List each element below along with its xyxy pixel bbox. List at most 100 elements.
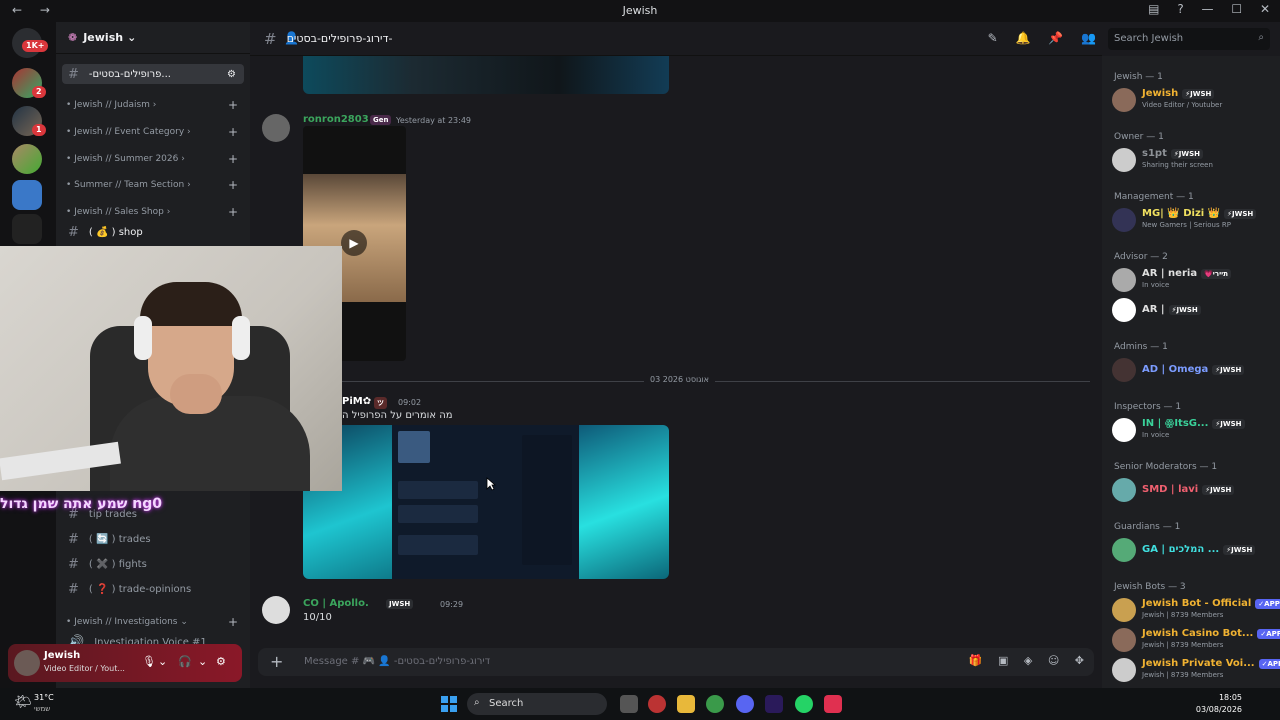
minimize-button[interactable]: — bbox=[1202, 2, 1214, 16]
server-icon[interactable] bbox=[12, 214, 42, 244]
member-tag: ⚡JWSH bbox=[1212, 419, 1245, 429]
category-judaism[interactable]: • Jewish // Judaism › + bbox=[66, 98, 238, 112]
message-author[interactable]: PiM✿ bbox=[342, 396, 371, 407]
settings-icon[interactable]: ⚙ bbox=[227, 69, 236, 80]
member-row[interactable]: Jewish ⚡JWSH Video Editor / Youtuber bbox=[1108, 86, 1276, 114]
plus-icon[interactable]: + bbox=[270, 652, 283, 671]
channel-shop[interactable]: # ( 💰 ) shop bbox=[62, 222, 244, 242]
server-header[interactable]: ❁ Jewish ⌄ 👤 bbox=[56, 22, 299, 54]
weather-desc: שמשי bbox=[34, 705, 51, 713]
category-investigations[interactable]: • Jewish // Investigations ⌄ + bbox=[66, 615, 238, 629]
app-icon[interactable] bbox=[648, 695, 666, 713]
member-name-line: Jewish Private Voi...✓APP bbox=[1142, 658, 1280, 669]
member-name: IN | ꙮItsG... bbox=[1142, 418, 1209, 429]
system-clock[interactable]: 18:05 03/08/2026 bbox=[1196, 693, 1242, 714]
hash-icon: # bbox=[68, 556, 79, 572]
member-section-header: Advisor — 2 bbox=[1114, 252, 1168, 262]
message-author[interactable]: ronron2803 bbox=[303, 114, 369, 125]
chevron-down-icon[interactable]: ⌄ bbox=[198, 655, 207, 668]
category-event[interactable]: • Jewish // Event Category › + bbox=[66, 125, 238, 139]
channel-fights[interactable]: # ( ✖️ ) fights bbox=[62, 554, 244, 574]
members-icon[interactable]: 👥 bbox=[1081, 31, 1096, 45]
apps-icon[interactable]: ✥ bbox=[1075, 654, 1084, 667]
member-tag: ✓APP bbox=[1258, 659, 1280, 669]
gif-icon[interactable]: ▣ bbox=[998, 654, 1008, 667]
category-team[interactable]: • Summer // Team Section › + bbox=[66, 178, 238, 192]
search-input[interactable]: Search Jewish ⌕ bbox=[1108, 28, 1270, 50]
channel-title: דירוג-פרופילים-בסטים- bbox=[286, 32, 393, 45]
taskbar-search[interactable]: ⌕ Search bbox=[467, 693, 607, 715]
category-sales[interactable]: • Jewish // Sales Shop › + bbox=[66, 205, 238, 219]
member-row[interactable]: GA | המלכים ... ⚡JWSH bbox=[1108, 536, 1276, 564]
member-row[interactable]: AR | ⚡JWSH bbox=[1108, 296, 1276, 324]
mic-icon[interactable]: 🎙 bbox=[142, 655, 156, 668]
member-name-line: ꜱ1pt ⚡JWSH bbox=[1142, 148, 1203, 159]
member-name: GA | המלכים ... bbox=[1142, 544, 1220, 555]
chrome-icon[interactable] bbox=[706, 695, 724, 713]
member-row[interactable]: Jewish Private Voi...✓APP Jewish | 8739 M… bbox=[1108, 656, 1280, 684]
channel-trades[interactable]: # ( 🔄 ) trades bbox=[62, 529, 244, 549]
member-name-line: AR | ⚡JWSH bbox=[1142, 304, 1201, 315]
bell-icon[interactable]: 🔔 bbox=[1015, 31, 1030, 45]
file-explorer-icon[interactable] bbox=[677, 695, 695, 713]
category-summer[interactable]: • Jewish // Summer 2026 › + bbox=[66, 152, 238, 166]
channel-active[interactable]: # -פרופילים-בסטים... ⚙ bbox=[62, 64, 244, 84]
inbox-icon[interactable]: ▤ bbox=[1148, 2, 1159, 16]
member-tag: ✓APP bbox=[1257, 629, 1280, 639]
category-label: • Jewish // Event Category › bbox=[66, 127, 191, 137]
server-icon[interactable] bbox=[12, 180, 42, 210]
image-attachment[interactable] bbox=[303, 56, 669, 94]
gift-icon[interactable]: 🎁 bbox=[969, 654, 983, 667]
server-logo-icon: ❁ bbox=[68, 31, 78, 44]
plus-icon[interactable]: + bbox=[228, 125, 238, 139]
member-row[interactable]: Jewish Casino Bot... ✓APP Jewish | 8739 Me… bbox=[1108, 626, 1280, 654]
message-author[interactable]: CO | Apollo. bbox=[303, 598, 369, 609]
settings-icon[interactable]: ⚙ bbox=[216, 655, 226, 668]
avatar[interactable] bbox=[262, 596, 290, 624]
tiktok-icon[interactable] bbox=[824, 695, 842, 713]
maximize-button[interactable]: ☐ bbox=[1231, 2, 1242, 16]
clock-time: 18:05 bbox=[1218, 693, 1242, 702]
member-row[interactable]: ꜱ1pt ⚡JWSH Sharing their screen bbox=[1108, 146, 1276, 174]
message-composer[interactable]: + Message # 🎮 👤 -דירוג-פרופילים-בסטים 🎁 … bbox=[258, 648, 1094, 676]
headphones-icon[interactable]: 🎧 bbox=[178, 655, 192, 668]
windows-start-icon[interactable] bbox=[441, 696, 457, 712]
play-icon[interactable]: ▶ bbox=[341, 230, 367, 256]
member-row[interactable]: MG| 👑 Dizi 👑 ⚡JWSH New Gamers | Serious RP bbox=[1108, 206, 1276, 234]
member-row[interactable]: AD | Omega ⚡JWSH bbox=[1108, 356, 1276, 384]
server-icon[interactable] bbox=[12, 144, 42, 174]
sticker-icon[interactable]: ◈ bbox=[1024, 654, 1032, 667]
plus-icon[interactable]: + bbox=[228, 615, 238, 629]
close-button[interactable]: ✕ bbox=[1260, 2, 1270, 16]
whatsapp-icon[interactable] bbox=[795, 695, 813, 713]
plus-icon[interactable]: + bbox=[228, 205, 238, 219]
channel-trade-opinions[interactable]: # ( ❓ ) trade-opinions bbox=[62, 579, 244, 599]
plus-icon[interactable]: + bbox=[228, 98, 238, 112]
member-row[interactable]: SMD | lavi ⚡JWSH bbox=[1108, 476, 1276, 504]
mouse-cursor-icon bbox=[486, 477, 496, 491]
chevron-down-icon[interactable]: ⌄ bbox=[158, 655, 167, 668]
member-row[interactable]: Jewish Bot - Official ✓APP Jewish | 8739 M… bbox=[1108, 596, 1280, 624]
member-tag: ⚡JWSH bbox=[1182, 89, 1215, 99]
member-name: SMD | lavi bbox=[1142, 484, 1199, 495]
help-icon[interactable]: ? bbox=[1177, 2, 1183, 16]
premiere-icon[interactable] bbox=[765, 695, 783, 713]
server-badge: 2 bbox=[32, 86, 46, 98]
avatar bbox=[1112, 208, 1136, 232]
threads-icon[interactable]: ✎ bbox=[988, 31, 998, 45]
member-row[interactable]: AR | neria 💗תיירי In voice bbox=[1108, 266, 1276, 294]
avatar[interactable] bbox=[262, 114, 290, 142]
image-attachment[interactable] bbox=[303, 425, 669, 579]
hash-icon: # bbox=[68, 224, 79, 240]
plus-icon[interactable]: + bbox=[228, 178, 238, 192]
member-name: Jewish Casino Bot... bbox=[1142, 628, 1254, 639]
emoji-icon[interactable]: ☺ bbox=[1048, 654, 1059, 667]
discord-icon[interactable] bbox=[736, 695, 754, 713]
task-view-icon[interactable] bbox=[620, 695, 638, 713]
image-card bbox=[398, 535, 478, 555]
plus-icon[interactable]: + bbox=[228, 152, 238, 166]
title-bar: ← → Jewish ▤ ? — ☐ ✕ bbox=[0, 0, 1280, 22]
pin-icon[interactable]: 📌 bbox=[1048, 31, 1063, 45]
avatar[interactable] bbox=[14, 650, 40, 676]
member-row[interactable]: IN | ꙮItsG... ⚡JWSH In voice bbox=[1108, 416, 1276, 444]
